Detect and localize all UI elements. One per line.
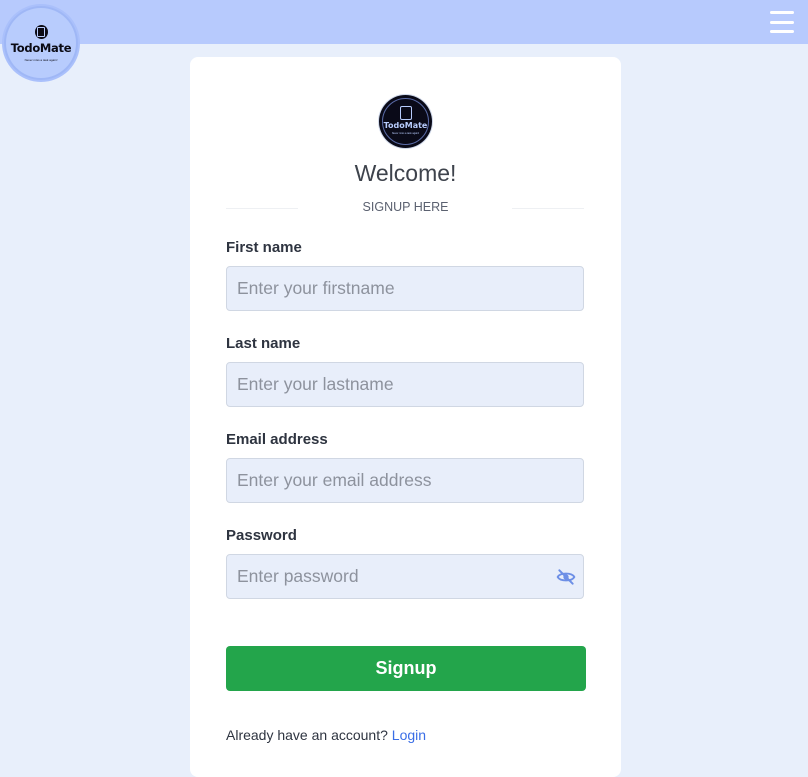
divider-right bbox=[512, 208, 584, 209]
password-label: Password bbox=[226, 527, 297, 544]
password-field bbox=[226, 554, 584, 599]
first-name-field bbox=[226, 266, 584, 311]
eye-off-icon[interactable] bbox=[555, 567, 577, 587]
card-logo: TodoMate Never miss a task again! bbox=[379, 95, 432, 148]
email-input[interactable] bbox=[227, 459, 583, 502]
email-label: Email address bbox=[226, 431, 328, 448]
brand-name: TodoMate bbox=[10, 40, 72, 55]
menu-bar-2 bbox=[770, 20, 794, 24]
last-name-input[interactable] bbox=[227, 363, 583, 406]
signup-card: TodoMate Never miss a task again! Welcom… bbox=[190, 57, 621, 777]
login-prompt-text: Already have an account? bbox=[226, 727, 388, 743]
signup-button[interactable]: Signup bbox=[226, 646, 586, 691]
last-name-label: Last name bbox=[226, 335, 301, 352]
login-link[interactable]: Login bbox=[392, 727, 426, 743]
menu-bar-1 bbox=[770, 11, 794, 14]
brand-logo-badge: TodoMate Never miss a task again! bbox=[6, 8, 76, 78]
password-input[interactable] bbox=[227, 555, 583, 598]
signup-subtitle: SIGNUP HERE bbox=[362, 200, 449, 214]
email-field bbox=[226, 458, 584, 503]
first-name-input[interactable] bbox=[227, 267, 583, 310]
login-prompt: Already have an account? Login bbox=[226, 727, 426, 743]
first-name-label: First name bbox=[226, 239, 302, 256]
hamburger-menu-icon[interactable] bbox=[770, 11, 794, 33]
logo-ring bbox=[382, 98, 429, 145]
top-navbar bbox=[0, 0, 808, 44]
clipboard-icon bbox=[34, 24, 48, 39]
welcome-heading: Welcome! bbox=[354, 160, 457, 186]
menu-bar-3 bbox=[770, 30, 794, 33]
brand-tagline: Never miss a task again! bbox=[24, 57, 58, 62]
brand-logo[interactable]: TodoMate Never miss a task again! bbox=[4, 6, 78, 80]
last-name-field bbox=[226, 362, 584, 407]
